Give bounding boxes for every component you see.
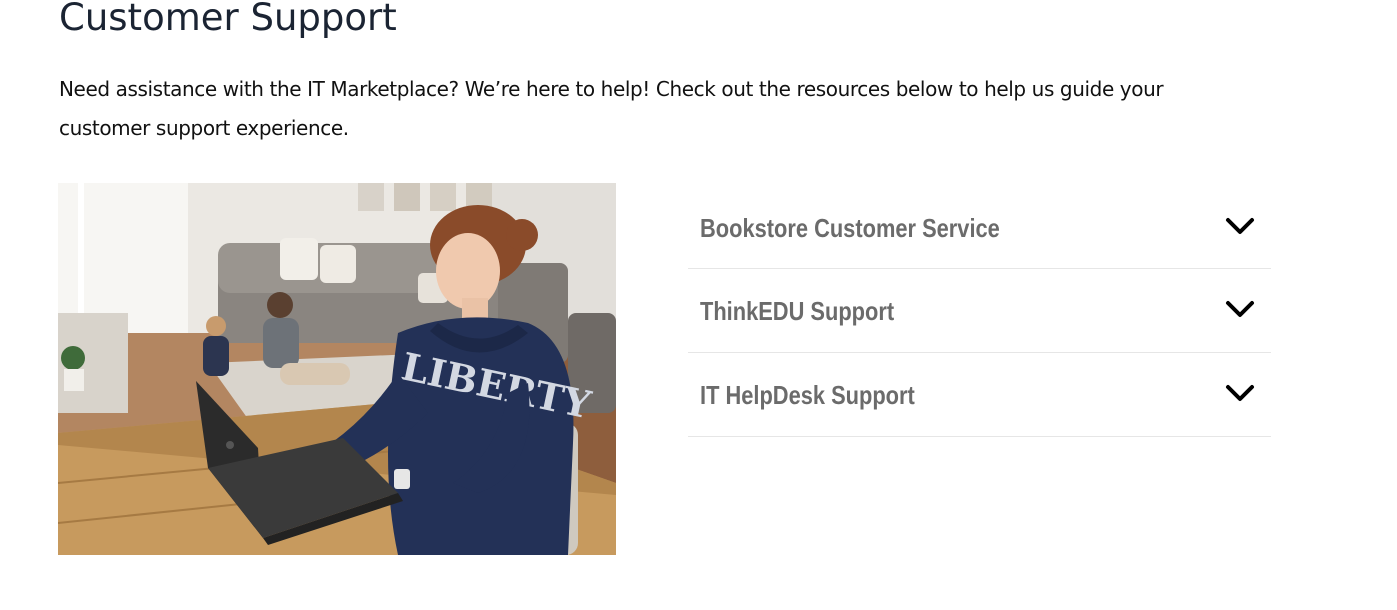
accordion-item-thinkedu[interactable]: ThinkEDU Support [688,269,1271,353]
intro-text: Need assistance with the IT Marketplace?… [59,77,1164,140]
page-title: Customer Support [59,0,397,39]
hero-photo: LIBERTY [58,183,616,555]
accordion-item-label: Bookstore Customer Service [700,213,1000,243]
support-accordion: Bookstore Customer Service ThinkEDU Supp… [688,186,1271,437]
chevron-down-icon[interactable] [1225,216,1255,236]
accordion-item-label: IT HelpDesk Support [700,380,915,410]
chevron-down-icon[interactable] [1225,299,1255,319]
accordion-item-label: ThinkEDU Support [700,296,895,326]
accordion-item-it-helpdesk[interactable]: IT HelpDesk Support [688,353,1271,437]
accordion-item-bookstore[interactable]: Bookstore Customer Service [688,186,1271,269]
chevron-down-icon[interactable] [1225,383,1255,403]
